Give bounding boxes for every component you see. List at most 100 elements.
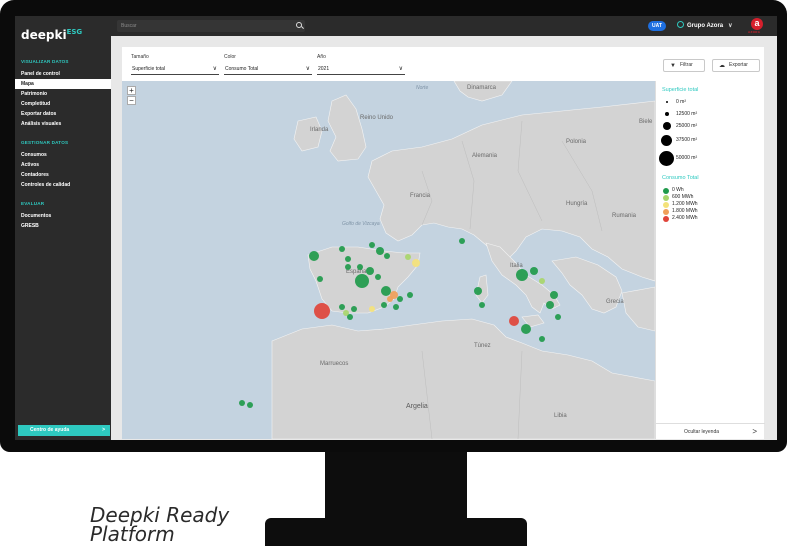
- asset-bubble[interactable]: [546, 301, 554, 309]
- help-center-button[interactable]: Centro de ayuda >: [18, 425, 110, 436]
- asset-bubble[interactable]: [376, 247, 384, 255]
- asset-bubble[interactable]: [521, 324, 531, 334]
- caption: Deepki Ready Platform: [90, 505, 229, 544]
- sidebar-item-contadores[interactable]: Contadores: [15, 170, 111, 180]
- section-evaluar: EVALUAR: [21, 201, 45, 206]
- asset-bubble[interactable]: [412, 259, 420, 267]
- map-label-rumania: Rumania: [612, 213, 637, 219]
- map-label-irlanda: Irlanda: [310, 127, 329, 133]
- sidebar-item-activos[interactable]: Activos: [15, 160, 111, 170]
- section-visualizar: VISUALIZAR DATOS: [21, 59, 69, 64]
- asset-bubble[interactable]: [550, 291, 558, 299]
- size-filter-label: Tamaño: [131, 54, 149, 60]
- zoom-in-button[interactable]: +: [127, 86, 136, 95]
- asset-bubble[interactable]: [366, 267, 374, 275]
- main-content: Tamaño Superficie total ∨ Color Consumo …: [111, 36, 777, 440]
- asset-bubble[interactable]: [539, 278, 545, 284]
- asset-bubble[interactable]: [351, 306, 357, 312]
- org-name: Grupo Azora: [687, 23, 724, 29]
- asset-bubble[interactable]: [405, 254, 411, 260]
- asset-bubble[interactable]: [317, 276, 323, 282]
- map-label-dinamarca: Dinamarca: [467, 85, 497, 91]
- asset-bubble[interactable]: [247, 402, 253, 408]
- asset-bubble[interactable]: [339, 246, 345, 252]
- zoom-out-button[interactable]: −: [127, 96, 136, 105]
- sidebar-item-consumos[interactable]: Consumos: [15, 150, 111, 160]
- filter-icon: ▼: [670, 63, 676, 69]
- logo-text: deepki: [21, 28, 67, 42]
- asset-bubble[interactable]: [474, 287, 482, 295]
- asset-bubble[interactable]: [355, 274, 369, 288]
- asset-bubble[interactable]: [459, 238, 465, 244]
- export-button-label: Exportar: [729, 62, 748, 68]
- search-icon[interactable]: [296, 22, 302, 28]
- asset-bubble[interactable]: [397, 296, 403, 302]
- legend-size-label: 12500 m²: [676, 111, 698, 117]
- asset-bubble[interactable]: [479, 302, 485, 308]
- color-filter-label: Color: [224, 54, 236, 60]
- asset-bubble[interactable]: [345, 264, 351, 270]
- legend-color-row: 2.400 MWh: [663, 215, 698, 222]
- asset-bubble[interactable]: [375, 274, 381, 280]
- asset-bubble[interactable]: [381, 302, 387, 308]
- sidebar-item-mapa[interactable]: Mapa: [15, 79, 111, 89]
- filter-button[interactable]: ▼ Filtrar: [663, 59, 705, 72]
- asset-bubble[interactable]: [393, 304, 399, 310]
- land-turkey: [621, 286, 655, 332]
- asset-bubble[interactable]: [339, 304, 345, 310]
- map-label-tunez: Túnez: [474, 343, 491, 349]
- map-view[interactable]: + − Norte Dinamarca Reino Unido Irlanda …: [122, 81, 655, 439]
- asset-bubble[interactable]: [516, 269, 528, 281]
- asset-bubble[interactable]: [369, 242, 375, 248]
- chevron-right-icon: >: [102, 427, 105, 433]
- asset-bubble[interactable]: [347, 314, 353, 320]
- land-ireland: [293, 116, 323, 152]
- logo-sup: ESG: [66, 28, 83, 36]
- legend-size-label: 50000 m²: [676, 155, 698, 161]
- map-label-grecia: Grecia: [606, 299, 624, 305]
- map-label-reino-unido: Reino Unido: [360, 115, 394, 121]
- sidebar-item-panel-de-control[interactable]: Panel de control: [15, 69, 111, 79]
- legend-color-label: 1.200 MWh: [672, 201, 698, 207]
- map-label-hungria: Hungría: [566, 201, 588, 207]
- asset-bubble[interactable]: [357, 264, 363, 270]
- color-select[interactable]: Consumo Total ∨: [224, 64, 312, 75]
- search-input[interactable]: [117, 20, 292, 32]
- asset-bubble[interactable]: [530, 267, 538, 275]
- monitor-base: [265, 518, 527, 546]
- sidebar-item-controles-de-calidad[interactable]: Controles de calidad: [15, 180, 111, 190]
- asset-bubble[interactable]: [314, 303, 330, 319]
- map-label-golfo: Golfo de Vizcaya: [342, 221, 380, 227]
- sidebar-item-documentos[interactable]: Documentos: [15, 211, 111, 221]
- map-label-libia: Libia: [554, 413, 567, 419]
- size-select[interactable]: Superficie total ∨: [131, 64, 219, 75]
- hide-legend-label: Ocultar leyenda: [684, 429, 720, 435]
- asset-bubble[interactable]: [345, 256, 351, 262]
- legend-size-dot: [665, 112, 669, 116]
- cloud-download-icon: ☁: [719, 63, 725, 69]
- asset-bubble[interactable]: [555, 314, 561, 320]
- map-label-bielo: Biele: [639, 119, 653, 125]
- asset-bubble[interactable]: [384, 253, 390, 259]
- size-select-value: Superficie total: [132, 66, 166, 72]
- asset-bubble[interactable]: [407, 292, 413, 298]
- asset-bubble[interactable]: [509, 316, 519, 326]
- asset-bubble[interactable]: [369, 306, 375, 312]
- sidebar-item-patrimonio[interactable]: Patrimonio: [15, 89, 111, 99]
- year-filter-label: Año: [317, 54, 326, 60]
- app-screen: deepkiESG VISUALIZAR DATOS Panel de cont…: [15, 16, 777, 440]
- org-selector[interactable]: Grupo Azora ∨: [677, 21, 733, 31]
- sidebar-item-exportar-datos[interactable]: Exportar datos: [15, 109, 111, 119]
- sidebar-item-analisis-visuales[interactable]: Análisis visuales: [15, 119, 111, 129]
- year-select[interactable]: 2021 ∨: [317, 64, 405, 75]
- globe-icon: [677, 21, 684, 28]
- asset-bubble[interactable]: [239, 400, 245, 406]
- asset-bubble[interactable]: [539, 336, 545, 342]
- hide-legend-button[interactable]: Ocultar leyenda >: [656, 423, 765, 439]
- export-button[interactable]: ☁ Exportar: [712, 59, 760, 72]
- asset-bubble[interactable]: [387, 296, 393, 302]
- asset-bubble[interactable]: [309, 251, 319, 261]
- sidebar-item-completitud[interactable]: Completitud: [15, 99, 111, 109]
- sidebar-item-gresb[interactable]: GRESB: [15, 221, 111, 231]
- app-logo[interactable]: deepkiESG: [21, 28, 82, 42]
